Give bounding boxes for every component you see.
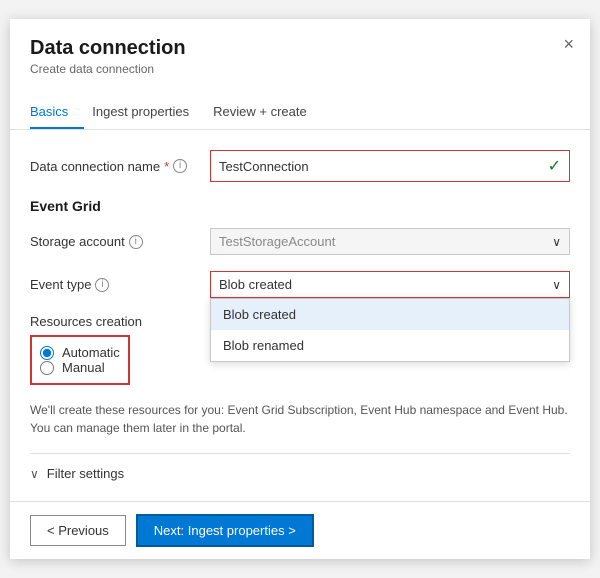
storage-account-label: Storage account i: [30, 234, 210, 249]
tab-bar: Basics Ingest properties Review + create: [10, 84, 590, 130]
connection-name-group: Data connection name * i TestConnection …: [30, 150, 570, 182]
filter-settings-chevron-icon: ∨: [30, 467, 39, 481]
storage-account-chevron-icon: ∨: [552, 235, 561, 249]
radio-automatic-input[interactable]: [40, 346, 54, 360]
radio-manual-input[interactable]: [40, 361, 54, 375]
radio-manual-label: Manual: [62, 360, 105, 375]
info-text: We'll create these resources for you: Ev…: [30, 401, 570, 437]
event-type-dropdown[interactable]: Blob created ∨: [210, 271, 570, 298]
event-type-dropdown-popup: Blob created Blob renamed: [210, 298, 570, 362]
event-type-dropdown-wrapper: Blob created ∨ Blob created Blob renamed: [210, 271, 570, 298]
dropdown-option-blob-renamed[interactable]: Blob renamed: [211, 330, 569, 361]
tab-ingest-properties[interactable]: Ingest properties: [92, 96, 205, 129]
radio-automatic-item[interactable]: Automatic: [40, 345, 120, 360]
connection-name-info-icon[interactable]: i: [173, 159, 187, 173]
dialog-subtitle: Create data connection: [30, 62, 570, 76]
filter-settings-row[interactable]: ∨ Filter settings: [30, 453, 570, 493]
radio-automatic-label: Automatic: [62, 345, 120, 360]
resources-radio-group: Automatic Manual: [30, 335, 130, 385]
dropdown-option-blob-created[interactable]: Blob created: [211, 299, 569, 330]
dialog-title: Data connection: [30, 37, 570, 60]
event-type-chevron-icon: ∨: [552, 278, 561, 292]
storage-account-dropdown[interactable]: TestStorageAccount ∨: [210, 228, 570, 255]
radio-manual-item[interactable]: Manual: [40, 360, 120, 375]
dialog-body: Data connection name * i TestConnection …: [10, 130, 590, 501]
event-type-group: Event type i Blob created ∨ Blob created…: [30, 271, 570, 298]
data-connection-dialog: Data connection Create data connection ×…: [10, 19, 590, 559]
previous-button[interactable]: < Previous: [30, 515, 126, 546]
dialog-footer: < Previous Next: Ingest properties >: [10, 501, 590, 559]
required-indicator: *: [164, 159, 169, 174]
event-type-label: Event type i: [30, 277, 210, 292]
event-type-info-icon[interactable]: i: [95, 278, 109, 292]
connection-name-label: Data connection name * i: [30, 159, 210, 174]
next-button[interactable]: Next: Ingest properties >: [136, 514, 314, 547]
tab-basics[interactable]: Basics: [30, 96, 84, 129]
connection-name-input[interactable]: TestConnection ✓: [210, 150, 570, 182]
filter-settings-label: Filter settings: [47, 466, 124, 481]
storage-account-group: Storage account i TestStorageAccount ∨: [30, 228, 570, 255]
close-button[interactable]: ×: [563, 35, 574, 53]
dialog-header: Data connection Create data connection ×: [10, 19, 590, 76]
check-icon: ✓: [548, 156, 561, 176]
tab-review-create[interactable]: Review + create: [213, 96, 323, 129]
event-grid-section-title: Event Grid: [30, 198, 570, 214]
storage-account-info-icon[interactable]: i: [129, 235, 143, 249]
